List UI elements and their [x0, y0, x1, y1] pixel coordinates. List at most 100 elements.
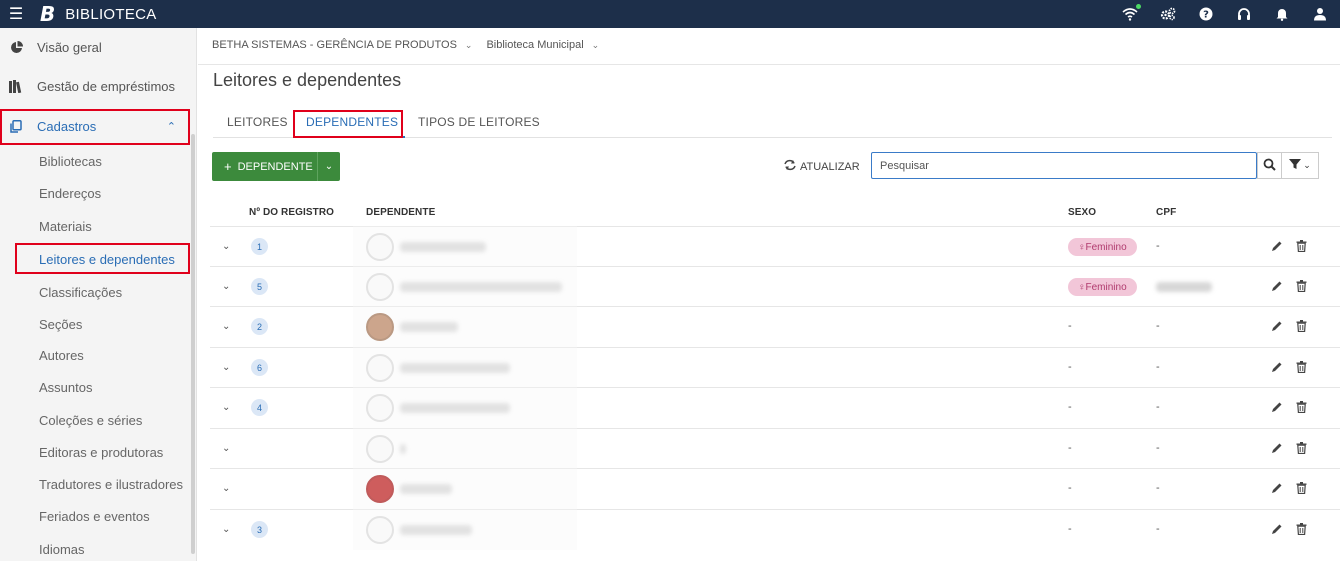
- expand-chevron-icon[interactable]: ⌄: [222, 321, 230, 332]
- filter-icon: [1289, 158, 1302, 173]
- chevron-down-icon[interactable]: ⌄: [317, 152, 340, 181]
- sidebar-scrollbar[interactable]: [191, 134, 195, 554]
- edit-pencil-icon[interactable]: [1270, 481, 1284, 495]
- highlight-leitores-dependentes: [15, 243, 190, 274]
- expand-chevron-icon[interactable]: ⌄: [222, 362, 230, 373]
- add-dependente-main[interactable]: + DEPENDENTE: [212, 159, 317, 174]
- cpf-value: -: [1156, 361, 1160, 373]
- chevron-down-icon[interactable]: ⌄: [465, 40, 473, 51]
- search-button[interactable]: [1257, 152, 1282, 179]
- trash-icon[interactable]: [1294, 239, 1308, 253]
- registro-badge: 3: [251, 521, 268, 538]
- sidebar-item-gestao-emprestimos[interactable]: Gestão de empréstimos: [0, 70, 190, 102]
- expand-chevron-icon[interactable]: ⌄: [222, 281, 230, 292]
- refresh-icon: [783, 159, 797, 174]
- expand-chevron-icon[interactable]: ⌄: [222, 443, 230, 454]
- column-header-cpf[interactable]: CPF: [1156, 207, 1176, 218]
- sidebar-sub-colecoes-series[interactable]: Coleções e séries: [0, 405, 190, 435]
- registro-badge: 2: [251, 318, 268, 335]
- cpf-value: -: [1156, 442, 1160, 454]
- registro-badge: 6: [251, 359, 268, 376]
- sidebar-item-label: Gestão de empréstimos: [37, 78, 176, 94]
- plus-icon: +: [224, 159, 232, 174]
- top-bar: ☰ B BIBLIOTECA ?: [0, 0, 1340, 28]
- bell-icon[interactable]: [1274, 6, 1290, 22]
- sidebar-sub-idiomas[interactable]: Idiomas: [0, 534, 190, 561]
- registro-badge: 4: [251, 399, 268, 416]
- expand-chevron-icon[interactable]: ⌄: [222, 524, 230, 535]
- cpf-value: -: [1156, 320, 1160, 332]
- search-icon: [1263, 158, 1276, 174]
- search-input[interactable]: Pesquisar: [871, 152, 1257, 179]
- trash-icon[interactable]: [1294, 481, 1308, 495]
- edit-pencil-icon[interactable]: [1270, 279, 1284, 293]
- tab-leitores[interactable]: LEITORES: [227, 115, 288, 129]
- cpf-value: -: [1156, 523, 1160, 535]
- divider: [198, 64, 1340, 65]
- expand-chevron-icon[interactable]: ⌄: [222, 241, 230, 252]
- sidebar-sub-assuntos[interactable]: Assuntos: [0, 372, 190, 402]
- sidebar-sub-editoras-produtoras[interactable]: Editoras e produtoras: [0, 437, 190, 467]
- sidebar-sub-bibliotecas[interactable]: Bibliotecas: [0, 146, 190, 176]
- sidebar-sub-classificacoes[interactable]: Classificações: [0, 277, 190, 307]
- help-icon[interactable]: ?: [1198, 6, 1214, 22]
- chevron-down-icon[interactable]: ⌄: [592, 40, 600, 51]
- registro-badge: 5: [251, 278, 268, 295]
- sidebar-sub-tradutores-ilustradores[interactable]: Tradutores e ilustradores: [0, 469, 190, 499]
- sexo-value: -: [1068, 523, 1072, 535]
- sexo-value: -: [1068, 482, 1072, 494]
- add-button-label: DEPENDENTE: [237, 160, 313, 173]
- tab-tipos-leitores[interactable]: TIPOS DE LEITORES: [418, 115, 540, 129]
- sidebar-sub-enderecos[interactable]: Endereços: [0, 178, 190, 208]
- edit-pencil-icon[interactable]: [1270, 400, 1284, 414]
- sidebar-item-label: Visão geral: [37, 39, 102, 55]
- sidebar-sub-secoes[interactable]: Seções: [0, 309, 190, 339]
- column-header-dependente[interactable]: DEPENDENTE: [366, 207, 435, 218]
- edit-pencil-icon[interactable]: [1270, 319, 1284, 333]
- sidebar-sub-autores[interactable]: Autores: [0, 340, 190, 370]
- edit-pencil-icon[interactable]: [1270, 441, 1284, 455]
- privacy-blur-overlay: [353, 226, 577, 550]
- column-header-registro[interactable]: Nº DO REGISTRO: [249, 207, 334, 218]
- breadcrumb-library[interactable]: Biblioteca Municipal: [486, 39, 583, 51]
- sexo-value: -: [1068, 361, 1072, 373]
- trash-icon[interactable]: [1294, 522, 1308, 536]
- top-icons: ?: [1122, 0, 1328, 28]
- refresh-button[interactable]: ATUALIZAR: [783, 159, 860, 174]
- pie-chart-icon: [9, 40, 23, 54]
- breadcrumb-org[interactable]: BETHA SISTEMAS - GERÊNCIA DE PRODUTOS: [212, 39, 457, 51]
- wifi-icon[interactable]: [1122, 4, 1141, 22]
- trash-icon[interactable]: [1294, 441, 1308, 455]
- breadcrumb: BETHA SISTEMAS - GERÊNCIA DE PRODUTOS ⌄ …: [212, 39, 599, 51]
- filter-button[interactable]: ⌄: [1282, 152, 1319, 179]
- trash-icon[interactable]: [1294, 360, 1308, 374]
- sexo-value: -: [1068, 320, 1072, 332]
- highlight-cadastros: [0, 109, 190, 145]
- trash-icon[interactable]: [1294, 319, 1308, 333]
- sexo-badge: ♀Feminino: [1068, 238, 1137, 256]
- trash-icon[interactable]: [1294, 279, 1308, 293]
- edit-pencil-icon[interactable]: [1270, 522, 1284, 536]
- sidebar-sub-materiais[interactable]: Materiais: [0, 211, 190, 241]
- sidebar-item-visao-geral[interactable]: Visão geral: [0, 31, 190, 63]
- expand-chevron-icon[interactable]: ⌄: [222, 402, 230, 413]
- add-dependente-button[interactable]: + DEPENDENTE ⌄: [212, 152, 340, 181]
- cpf-value: -: [1156, 482, 1160, 494]
- app-title: BIBLIOTECA: [65, 5, 157, 23]
- books-icon: [9, 79, 23, 93]
- hamburger-menu-icon[interactable]: ☰: [0, 4, 32, 24]
- brand-logo: B: [40, 2, 56, 26]
- gears-icon[interactable]: [1160, 6, 1176, 22]
- sexo-value: -: [1068, 401, 1072, 413]
- svg-text:?: ?: [1203, 10, 1209, 21]
- sexo-badge: ♀Feminino: [1068, 278, 1137, 296]
- edit-pencil-icon[interactable]: [1270, 239, 1284, 253]
- headset-icon[interactable]: [1236, 6, 1252, 22]
- chevron-down-icon: ⌄: [1303, 160, 1311, 170]
- expand-chevron-icon[interactable]: ⌄: [222, 483, 230, 494]
- user-icon[interactable]: [1312, 6, 1328, 22]
- trash-icon[interactable]: [1294, 400, 1308, 414]
- column-header-sexo[interactable]: SEXO: [1068, 207, 1096, 218]
- edit-pencil-icon[interactable]: [1270, 360, 1284, 374]
- sidebar-sub-feriados-eventos[interactable]: Feriados e eventos: [0, 501, 190, 531]
